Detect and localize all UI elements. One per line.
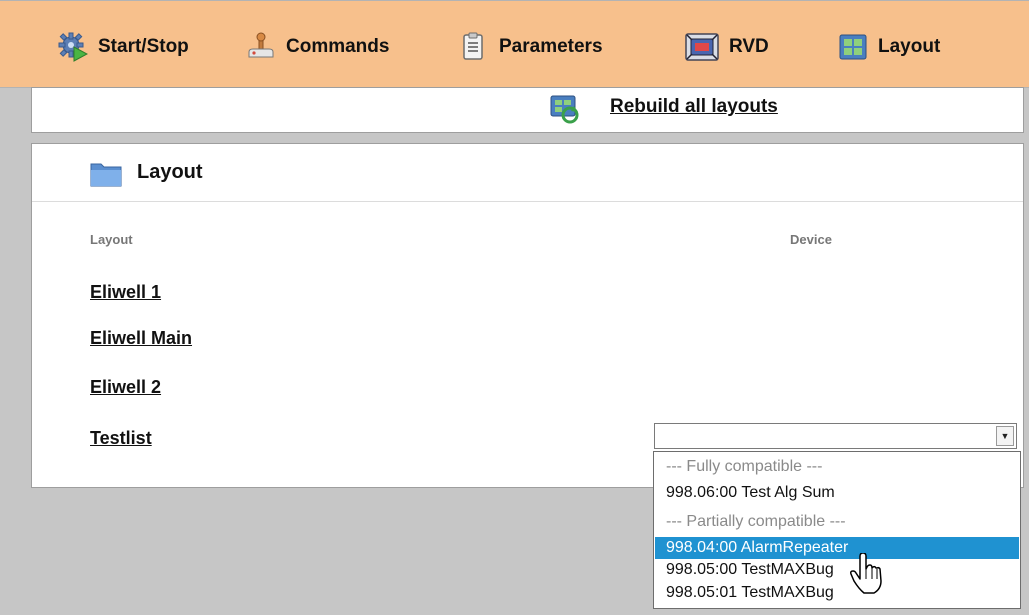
nav-layout[interactable]: Layout: [838, 31, 940, 63]
nav-parameters-label: Parameters: [499, 36, 603, 57]
column-header-device: Device: [790, 232, 832, 247]
layout-link-testlist[interactable]: Testlist: [90, 428, 152, 449]
dropdown-option[interactable]: 998.05:00 TestMAXBug: [655, 559, 1019, 581]
layout-grid-icon: [838, 32, 868, 62]
nav-start-stop-label: Start/Stop: [98, 36, 189, 57]
layout-panel: Layout Layout Device Eliwell 1 Eliwell M…: [31, 143, 1024, 488]
nav-layout-label: Layout: [878, 36, 941, 57]
column-header-layout: Layout: [90, 232, 133, 247]
nav-rvd[interactable]: RVD: [685, 31, 769, 63]
rebuild-layouts-icon[interactable]: [550, 94, 580, 124]
rebuild-all-layouts-link[interactable]: Rebuild all layouts: [610, 96, 778, 118]
joystick-icon: [246, 32, 276, 62]
device-select[interactable]: ▼: [654, 423, 1017, 449]
rvd-screen-icon: [685, 32, 719, 62]
dropdown-option-selected[interactable]: 998.04:00 AlarmRepeater: [655, 537, 1019, 559]
nav-commands[interactable]: Commands: [246, 31, 389, 63]
layout-link-eliwell-2[interactable]: Eliwell 2: [90, 377, 161, 398]
layout-link-eliwell-1[interactable]: Eliwell 1: [90, 282, 161, 303]
top-nav-bar: Start/Stop Commands Parameters RVD Layou…: [0, 0, 1029, 88]
folder-icon: [90, 160, 122, 188]
device-dropdown-list: --- Fully compatible --- 998.06:00 Test …: [653, 451, 1021, 609]
layout-panel-title: Layout: [137, 161, 203, 183]
nav-commands-label: Commands: [286, 36, 390, 57]
dropdown-option[interactable]: 998.06:00 Test Alg Sum: [655, 482, 1019, 504]
dropdown-option[interactable]: 998.05:01 TestMAXBug: [655, 582, 1019, 604]
nav-parameters[interactable]: Parameters: [459, 31, 603, 63]
layout-link-eliwell-main[interactable]: Eliwell Main: [90, 328, 192, 349]
option-group-partially-compatible: --- Partially compatible ---: [666, 513, 846, 530]
nav-rvd-label: RVD: [729, 36, 769, 57]
option-group-fully-compatible: --- Fully compatible ---: [666, 458, 823, 475]
chevron-down-icon[interactable]: ▼: [996, 426, 1014, 446]
nav-start-stop[interactable]: Start/Stop: [58, 31, 189, 63]
clipboard-icon: [459, 32, 489, 62]
rebuild-panel: Rebuild all layouts: [31, 87, 1024, 133]
layout-panel-header: Layout: [32, 144, 1023, 202]
start-stop-gear-icon: [58, 32, 89, 62]
